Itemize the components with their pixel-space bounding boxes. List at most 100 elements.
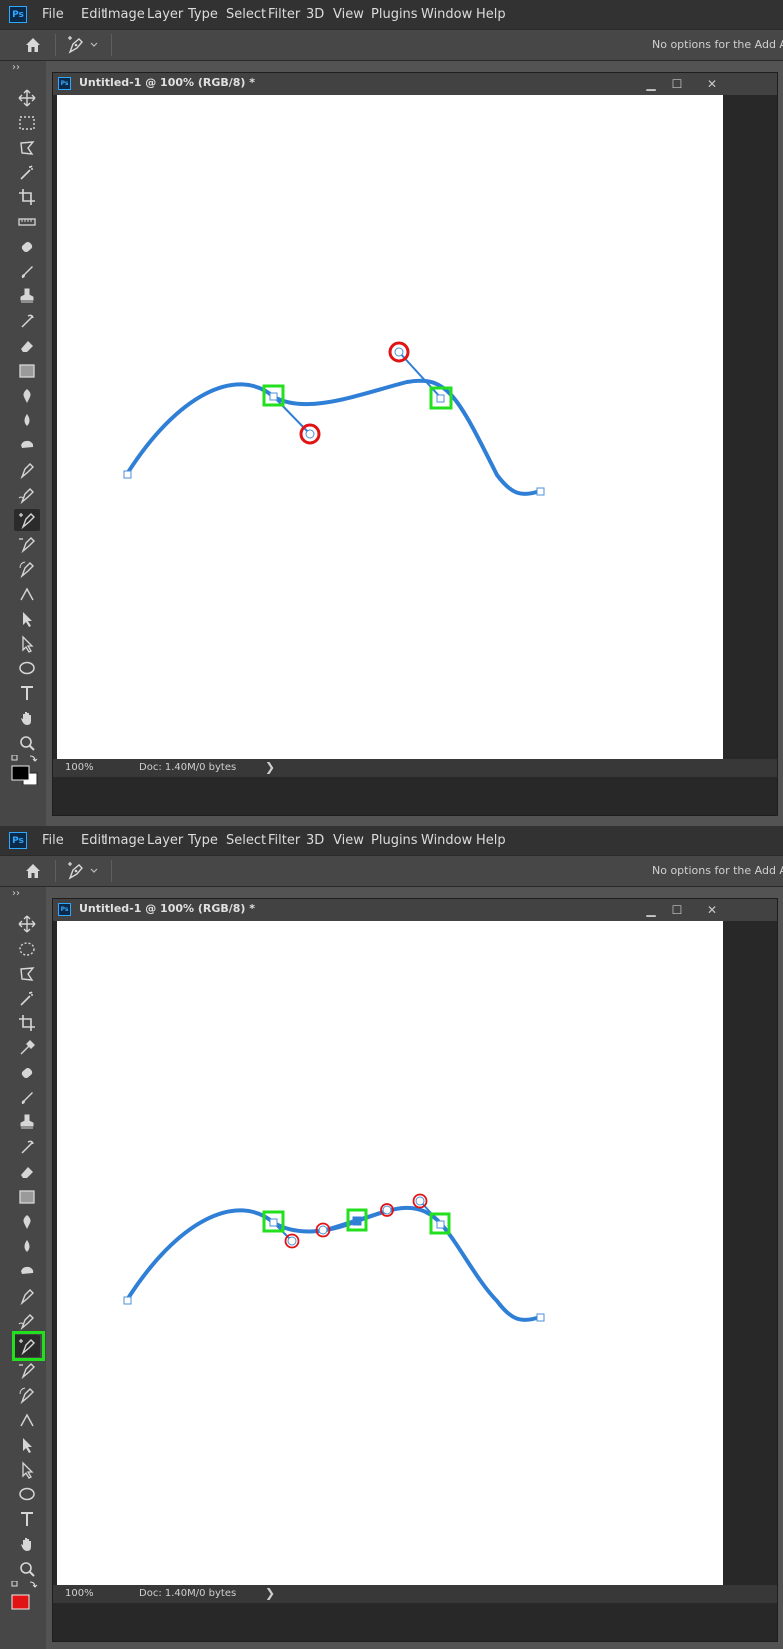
stamp-icon[interactable]: [14, 285, 40, 307]
close-icon[interactable]: ✕: [702, 75, 722, 93]
ruler-icon[interactable]: [14, 211, 40, 233]
home-icon[interactable]: [24, 862, 42, 880]
brush-icon[interactable]: [14, 1087, 40, 1109]
minimize-icon[interactable]: ▁: [641, 75, 661, 93]
direction-handle[interactable]: [287, 1236, 297, 1246]
pen-icon[interactable]: [14, 1285, 40, 1307]
ellipse-icon[interactable]: [14, 1483, 40, 1505]
menu-layer[interactable]: Layer: [147, 7, 183, 22]
curvature-pen-icon[interactable]: [14, 1384, 40, 1406]
pen-icon[interactable]: [14, 459, 40, 481]
menu-file[interactable]: File: [42, 833, 64, 848]
menu-select[interactable]: Select: [226, 833, 266, 848]
foreground-color-swatch[interactable]: [11, 1594, 30, 1610]
marquee-icon[interactable]: [14, 112, 40, 134]
healing-icon[interactable]: [14, 1062, 40, 1084]
gradient-icon[interactable]: [14, 360, 40, 382]
stamp-icon[interactable]: [14, 1111, 40, 1133]
menu-3d[interactable]: 3D: [306, 7, 324, 22]
menu-type[interactable]: Type: [188, 7, 218, 22]
freeform-pen-icon[interactable]: [14, 1310, 40, 1332]
dodge-icon[interactable]: [14, 409, 40, 431]
move-icon[interactable]: [14, 87, 40, 109]
status-arrow-icon[interactable]: ❯: [265, 1586, 275, 1600]
direction-handle[interactable]: [415, 1196, 425, 1206]
hand-icon[interactable]: [14, 1533, 40, 1555]
menu-select[interactable]: Select: [226, 7, 266, 22]
path-selection-icon[interactable]: [14, 608, 40, 630]
convert-point-icon[interactable]: [14, 1409, 40, 1431]
color-swatches[interactable]: [10, 1580, 46, 1611]
add-anchor-point-icon[interactable]: [66, 35, 86, 55]
menu-filter[interactable]: Filter: [268, 7, 300, 22]
close-icon[interactable]: ✕: [702, 901, 722, 919]
zoom-icon[interactable]: [14, 1558, 40, 1580]
crop-icon[interactable]: [14, 1012, 40, 1034]
menu-edit[interactable]: Edit: [81, 833, 106, 848]
maximize-icon[interactable]: ☐: [667, 901, 687, 919]
type-icon[interactable]: [14, 682, 40, 704]
status-zoom[interactable]: 100%: [65, 762, 94, 773]
eyedropper-icon[interactable]: [14, 1037, 40, 1059]
anchor-point[interactable]: [436, 1220, 445, 1229]
sponge-icon[interactable]: [14, 1260, 40, 1282]
status-zoom[interactable]: 100%: [65, 1588, 94, 1599]
add-anchor-point-icon[interactable]: [14, 509, 40, 531]
lasso-icon[interactable]: [14, 137, 40, 159]
smudge-icon[interactable]: [14, 1211, 40, 1233]
document-tab[interactable]: Ps Untitled-1 @ 100% (RGB/8) * ▁ ☐ ✕: [53, 73, 777, 95]
home-icon[interactable]: [24, 36, 42, 54]
menu-edit[interactable]: Edit: [81, 7, 106, 22]
default-colors-icon[interactable]: [11, 754, 18, 761]
direction-handle[interactable]: [394, 347, 404, 357]
bezier-path[interactable]: [125, 1205, 542, 1322]
menu-filter[interactable]: Filter: [268, 833, 300, 848]
curvature-pen-icon[interactable]: [14, 558, 40, 580]
lasso-icon[interactable]: [14, 963, 40, 985]
menu-window[interactable]: Window: [421, 833, 472, 848]
anchor-point-new[interactable]: [352, 1216, 362, 1226]
swap-colors-icon[interactable]: [29, 1581, 38, 1588]
direct-selection-icon[interactable]: [14, 633, 40, 655]
canvas[interactable]: [57, 921, 723, 1587]
anchor-point-end[interactable]: [536, 1313, 545, 1322]
convert-point-icon[interactable]: [14, 583, 40, 605]
move-icon[interactable]: [14, 913, 40, 935]
type-icon[interactable]: [14, 1508, 40, 1530]
eraser-icon[interactable]: [14, 1161, 40, 1183]
foreground-color-swatch[interactable]: [11, 765, 30, 781]
anchor-point[interactable]: [436, 394, 445, 403]
path-selection-icon[interactable]: [14, 1434, 40, 1456]
menu-help[interactable]: Help: [476, 833, 506, 848]
menu-plugins[interactable]: Plugins: [371, 7, 418, 22]
swap-colors-icon[interactable]: [29, 755, 38, 762]
direction-handle[interactable]: [318, 1225, 328, 1235]
direction-handle[interactable]: [305, 429, 315, 439]
gradient-icon[interactable]: [14, 1186, 40, 1208]
anchor-point[interactable]: [269, 392, 278, 401]
menu-view[interactable]: View: [333, 7, 364, 22]
maximize-icon[interactable]: ☐: [667, 75, 687, 93]
default-colors-icon[interactable]: [11, 1580, 18, 1587]
minimize-icon[interactable]: ▁: [641, 901, 661, 919]
delete-anchor-point-icon[interactable]: [14, 1359, 40, 1381]
menu-file[interactable]: File: [42, 7, 64, 22]
document-tab[interactable]: Ps Untitled-1 @ 100% (RGB/8) * ▁ ☐ ✕: [53, 899, 777, 921]
eraser-icon[interactable]: [14, 335, 40, 357]
bezier-path[interactable]: [125, 378, 542, 496]
brush-icon[interactable]: [14, 261, 40, 283]
menu-image[interactable]: Image: [104, 7, 145, 22]
anchor-point-start[interactable]: [123, 1296, 132, 1305]
anchor-point[interactable]: [269, 1218, 278, 1227]
sponge-icon[interactable]: [14, 434, 40, 456]
menu-layer[interactable]: Layer: [147, 833, 183, 848]
toolbar-collapse-icon[interactable]: ››: [12, 888, 20, 899]
smudge-icon[interactable]: [14, 385, 40, 407]
menu-type[interactable]: Type: [188, 833, 218, 848]
hand-icon[interactable]: [14, 707, 40, 729]
status-arrow-icon[interactable]: ❯: [265, 760, 275, 774]
add-anchor-point-icon[interactable]: [66, 861, 86, 881]
zoom-icon[interactable]: [14, 732, 40, 754]
anchor-point-start[interactable]: [123, 470, 132, 479]
magic-wand-icon[interactable]: [14, 987, 40, 1009]
